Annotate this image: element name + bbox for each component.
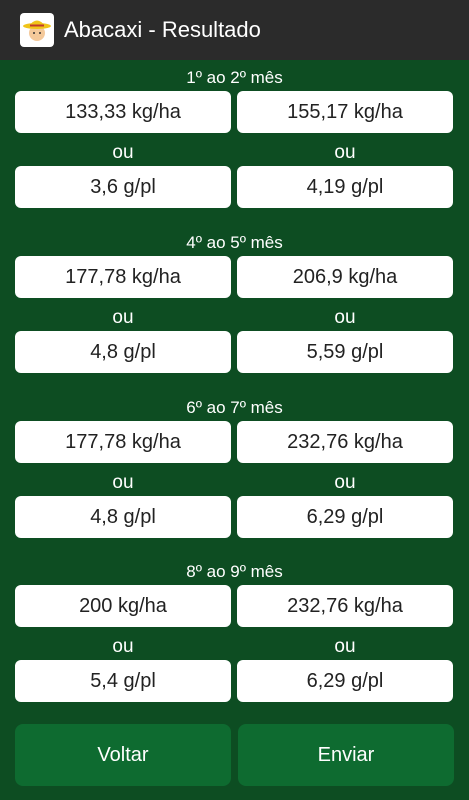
or-label-right: ou <box>334 636 356 657</box>
period-title: 1º ao 2º mês <box>186 68 283 87</box>
or-label-right: ou <box>334 307 356 328</box>
kg-per-ha-right: 232,76 kg/ha <box>237 421 453 463</box>
kg-per-ha-right: 232,76 kg/ha <box>237 585 453 627</box>
or-label-left: ou <box>112 307 134 328</box>
g-per-plant-right: 6,29 g/pl <box>237 660 453 702</box>
or-label-left: ou <box>112 636 134 657</box>
app-bar: Abacaxi - Resultado <box>0 0 469 60</box>
period-title: 4º ao 5º mês <box>186 233 283 252</box>
period-title: 6º ao 7º mês <box>186 398 283 417</box>
or-label-right: ou <box>334 472 356 493</box>
farmer-hat-icon <box>20 13 54 47</box>
g-per-plant-right: 4,19 g/pl <box>237 166 453 208</box>
g-per-plant-left: 5,4 g/pl <box>15 660 231 702</box>
kg-per-ha-left: 200 kg/ha <box>15 585 231 627</box>
g-per-plant-left: 3,6 g/pl <box>15 166 231 208</box>
or-label-left: ou <box>112 142 134 163</box>
kg-per-ha-left: 177,78 kg/ha <box>15 256 231 298</box>
g-per-plant-left: 4,8 g/pl <box>15 331 231 373</box>
send-button[interactable]: Enviar <box>238 724 454 786</box>
kg-per-ha-right: 206,9 kg/ha <box>237 256 453 298</box>
app-title: Abacaxi - Resultado <box>64 17 261 42</box>
back-button[interactable]: Voltar <box>15 724 231 786</box>
kg-per-ha-left: 177,78 kg/ha <box>15 421 231 463</box>
or-label-left: ou <box>112 472 134 493</box>
g-per-plant-left: 4,8 g/pl <box>15 496 231 538</box>
kg-per-ha-left: 133,33 kg/ha <box>15 91 231 133</box>
kg-per-ha-right: 155,17 kg/ha <box>237 91 453 133</box>
g-per-plant-right: 6,29 g/pl <box>237 496 453 538</box>
or-label-right: ou <box>334 142 356 163</box>
period-title: 8º ao 9º mês <box>186 562 283 581</box>
result-content: 1º ao 2º mês 133,33 kg/ha 155,17 kg/ha o… <box>0 60 469 800</box>
g-per-plant-right: 5,59 g/pl <box>237 331 453 373</box>
